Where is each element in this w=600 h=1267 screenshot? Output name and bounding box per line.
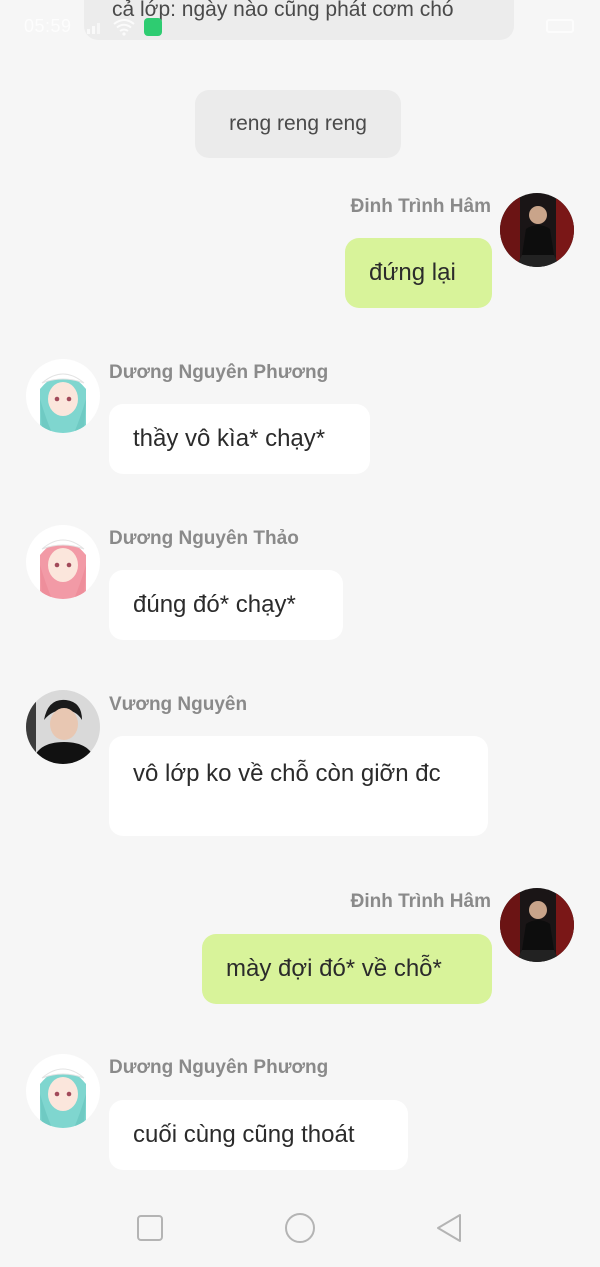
battery-icon xyxy=(546,19,574,33)
sender-name: Đinh Trình Hâm xyxy=(350,196,491,217)
message-bubble-self[interactable]: đứng lại xyxy=(345,238,492,308)
message-bubble-other[interactable]: vô lớp ko về chỗ còn giỡn đc xyxy=(109,736,488,836)
avatar[interactable] xyxy=(26,690,100,764)
status-time: 05:59 xyxy=(24,16,72,36)
message-text: đúng đó* chạy* xyxy=(133,591,296,618)
avatar-anime-icon xyxy=(26,359,100,433)
avatar[interactable] xyxy=(26,525,100,599)
avatar[interactable] xyxy=(26,1054,100,1128)
sender-name: Dương Nguyên Phương xyxy=(109,362,329,383)
avatar-photo-icon xyxy=(500,888,574,962)
wifi-icon xyxy=(113,19,135,36)
sender-name: Dương Nguyên Thảo xyxy=(109,528,299,549)
square-recents-icon[interactable] xyxy=(130,1210,170,1246)
system-message: reng reng reng xyxy=(195,90,401,158)
avatar[interactable] xyxy=(500,193,574,267)
avatar-anime-icon xyxy=(26,525,100,599)
sender-name: Đinh Trình Hâm xyxy=(350,891,491,912)
avatar-anime-icon xyxy=(26,1054,100,1128)
signal-icon xyxy=(87,23,100,34)
partial-message-text: cả lớp: ngày nào cũng phát cơm chó xyxy=(112,0,454,21)
avatar-photo-icon xyxy=(500,193,574,267)
sender-name: Vương Nguyên xyxy=(109,694,248,715)
sender-name: Dương Nguyên Phương xyxy=(109,1057,329,1078)
message-bubble-other[interactable]: đúng đó* chạy* xyxy=(109,570,343,640)
circle-home-icon[interactable] xyxy=(280,1210,320,1246)
message-bubble-self[interactable]: mày đợi đó* về chỗ* xyxy=(202,934,492,1004)
avatar[interactable] xyxy=(26,359,100,433)
avatar-photo-icon xyxy=(26,690,100,764)
status-bar: cả lớp: ngày nào cũng phát cơm chó 05:59 xyxy=(0,0,600,56)
message-bubble-other[interactable]: thầy vô kìa* chạy* xyxy=(109,404,370,474)
app-notification-icon xyxy=(144,18,162,36)
message-text: vô lớp ko về chỗ còn giỡn đc xyxy=(133,760,441,787)
message-bubble-other[interactable]: cuối cùng cũng thoát xyxy=(109,1100,408,1170)
system-message-text: reng reng reng xyxy=(229,112,367,135)
avatar[interactable] xyxy=(500,888,574,962)
message-text: đứng lại xyxy=(369,259,456,286)
system-navigation-bar xyxy=(0,1188,600,1267)
message-text: cuối cùng cũng thoát xyxy=(133,1121,355,1148)
status-icons xyxy=(86,18,162,36)
message-text: thầy vô kìa* chạy* xyxy=(133,425,326,452)
message-text: mày đợi đó* về chỗ* xyxy=(226,955,442,982)
triangle-back-icon[interactable] xyxy=(430,1210,470,1246)
